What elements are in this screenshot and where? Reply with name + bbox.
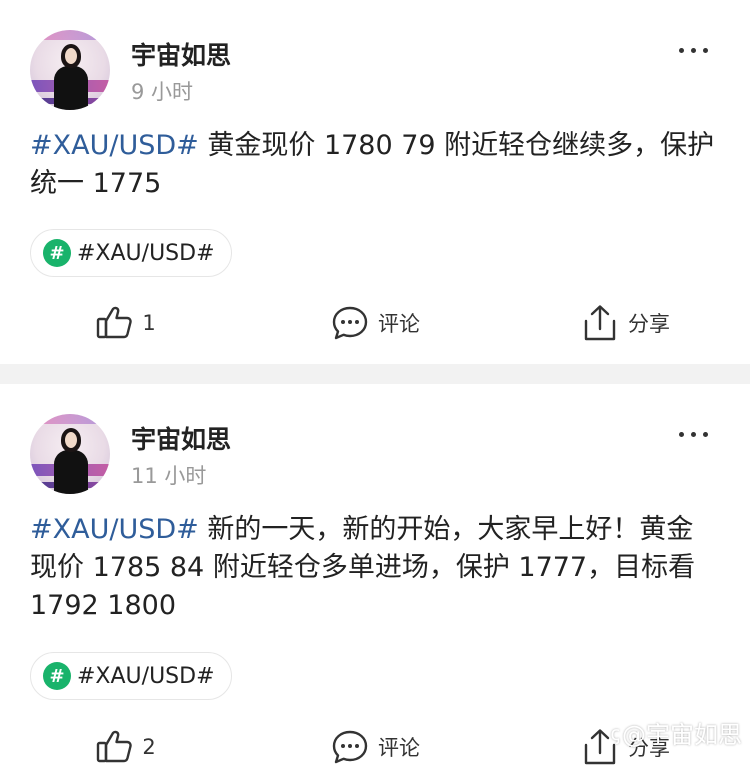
action-bar: 1 评论 分享 (0, 298, 750, 348)
comment-icon (332, 306, 368, 340)
watermark-logo-icon: ꞔ (610, 721, 620, 745)
share-label: 分享 (628, 312, 670, 336)
more-options-icon[interactable] (679, 432, 708, 437)
hashtag-link[interactable]: #XAU/USD# (30, 130, 199, 161)
like-count: 1 (142, 311, 156, 335)
avatar-decor (65, 48, 77, 64)
post-time: 11 小时 (131, 464, 207, 488)
post-divider (0, 364, 750, 384)
like-button[interactable]: 2 (0, 722, 250, 772)
username[interactable]: 宇宙如思 (131, 420, 231, 456)
share-icon (584, 305, 616, 341)
hashtag-icon: # (43, 662, 71, 690)
user-avatar[interactable] (30, 414, 110, 494)
comment-button[interactable]: 评论 (250, 298, 500, 348)
user-avatar[interactable] (30, 30, 110, 110)
avatar-decor (54, 66, 88, 110)
comment-label: 评论 (378, 736, 420, 760)
post-card[interactable]: 宇宙如思 9 小时 #XAU/USD# 黄金现价 1780 79 附近轻仓继续多… (0, 0, 750, 364)
more-options-icon[interactable] (679, 48, 708, 53)
username[interactable]: 宇宙如思 (131, 36, 231, 72)
avatar-decor (54, 450, 88, 494)
topic-tag-label: #XAU/USD# (77, 663, 215, 689)
avatar-decor (30, 30, 110, 40)
share-button[interactable]: 分享 (500, 298, 750, 348)
avatar-decor (30, 414, 110, 424)
like-count: 2 (142, 735, 156, 759)
like-button[interactable]: 1 (0, 298, 250, 348)
post-content: #XAU/USD# 新的一天，新的开始，大家早上好！黄金现价 1785 84 附… (30, 511, 720, 625)
comment-button[interactable]: 评论 (250, 722, 500, 772)
watermark-text: @宇宙如思 (622, 721, 742, 749)
topic-tag-label: #XAU/USD# (77, 240, 215, 266)
post-time: 9 小时 (131, 80, 194, 104)
thumbs-up-icon (97, 730, 133, 763)
thumbs-up-icon (97, 306, 133, 339)
post-content: #XAU/USD# 黄金现价 1780 79 附近轻仓继续多，保护统一 1775 (30, 127, 720, 203)
comment-icon (332, 730, 368, 764)
avatar-decor (65, 432, 77, 448)
hashtag-icon: # (43, 239, 71, 267)
hashtag-link[interactable]: #XAU/USD# (30, 514, 199, 545)
comment-label: 评论 (378, 312, 420, 336)
topic-tag-chip[interactable]: # #XAU/USD# (30, 229, 232, 277)
watermark: ꞔ @宇宙如思 (610, 715, 742, 750)
topic-tag-chip[interactable]: # #XAU/USD# (30, 652, 232, 700)
